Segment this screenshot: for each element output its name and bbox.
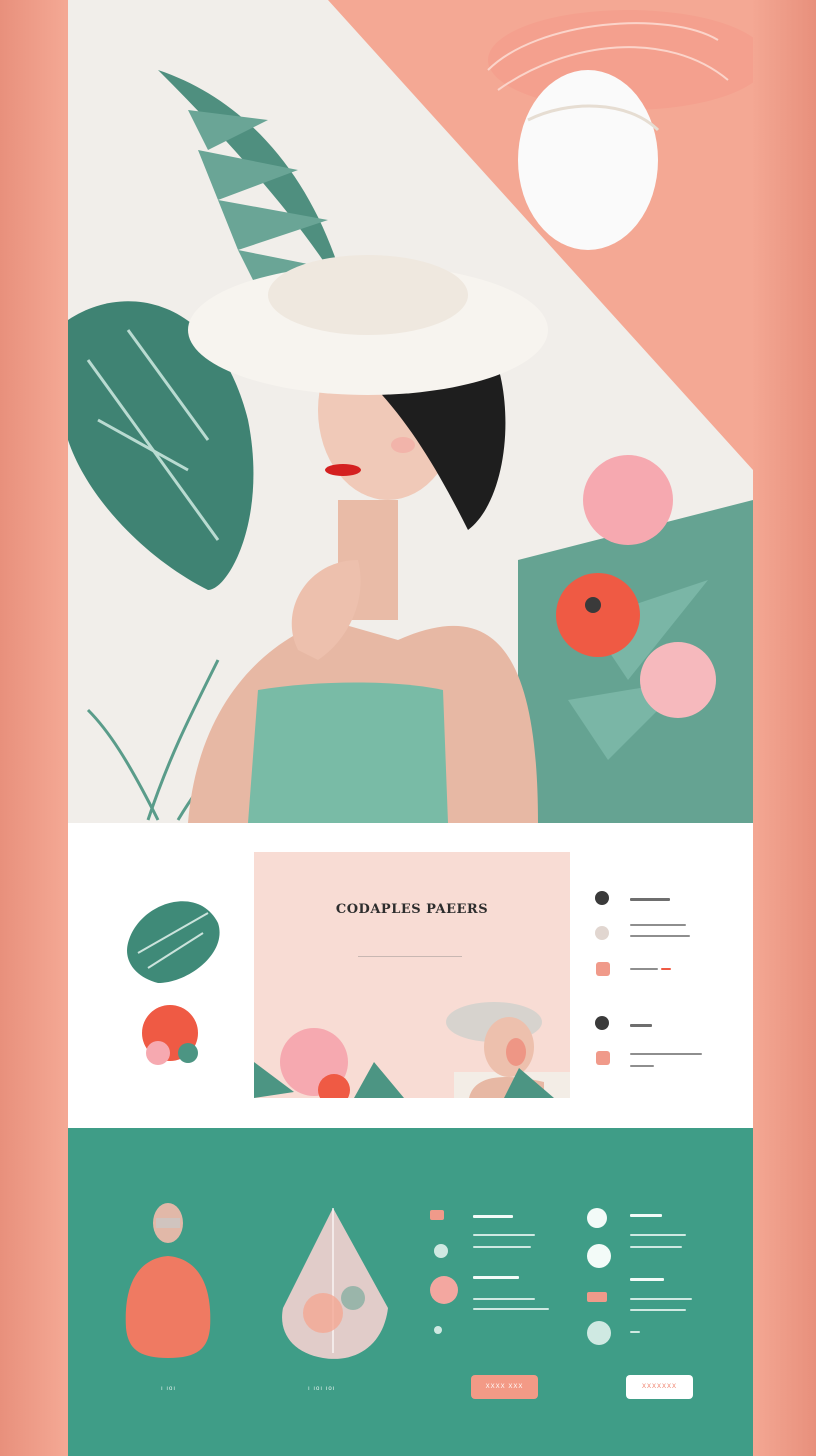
list-title [630, 1278, 664, 1281]
feature-title: CODAPLES PAEERS [335, 902, 489, 917]
list-text [473, 1298, 535, 1300]
avatar[interactable] [587, 1321, 611, 1345]
list-text [473, 1308, 549, 1310]
product-bag-image[interactable] [273, 1203, 393, 1363]
avatar[interactable] [587, 1208, 607, 1228]
heart-icon[interactable] [596, 1051, 610, 1065]
list-text [630, 924, 686, 926]
list-text [630, 1331, 640, 1333]
list-title [630, 1214, 662, 1217]
list-title [473, 1276, 519, 1279]
list-text [661, 968, 671, 970]
avatar[interactable] [587, 1244, 611, 1268]
products-section: ı ıoı ı ıoı ıoı XXXX XXX XXXXXXX [68, 1128, 753, 1456]
product-caption: ı ıoı ıoı [308, 1386, 336, 1392]
list-text [630, 1309, 686, 1311]
list-title [473, 1215, 513, 1218]
list-text [473, 1234, 535, 1236]
hero-section [68, 0, 753, 823]
list-text [630, 1234, 686, 1236]
list-title [630, 1024, 652, 1027]
avatar[interactable] [430, 1276, 458, 1304]
list-text [630, 1298, 692, 1300]
landing-page: CODAPLES PAEERS ı ıoı ı ıoı ıoı XXXX XXX… [68, 0, 753, 1456]
divider [358, 956, 462, 957]
avatar[interactable] [434, 1244, 448, 1258]
feature-card[interactable]: CODAPLES PAEERS [254, 852, 570, 1098]
product-model-image[interactable] [118, 1198, 218, 1368]
primary-button[interactable]: XXXX XXX [471, 1375, 538, 1399]
list-title [630, 898, 670, 901]
list-text [473, 1246, 531, 1248]
avatar[interactable] [595, 1016, 609, 1030]
heart-icon[interactable] [596, 962, 610, 976]
play-icon[interactable] [434, 1326, 442, 1334]
list-text [630, 1053, 702, 1055]
list-text [630, 968, 658, 970]
secondary-button[interactable]: XXXXXXX [626, 1375, 693, 1399]
bow-icon[interactable] [587, 1292, 607, 1302]
avatar[interactable] [595, 926, 609, 940]
feature-section: CODAPLES PAEERS [68, 823, 753, 1128]
list-text [630, 1065, 654, 1067]
hero-illustration [68, 0, 753, 823]
list-text [630, 1246, 682, 1248]
feature-card-image [254, 1002, 570, 1098]
monstera-sticker-icon [127, 901, 220, 1065]
bow-icon[interactable] [430, 1210, 444, 1220]
product-caption: ı ıoı [161, 1386, 177, 1392]
avatar[interactable] [595, 891, 609, 905]
list-text [630, 935, 690, 937]
tropical-leaves-icon [518, 500, 753, 823]
